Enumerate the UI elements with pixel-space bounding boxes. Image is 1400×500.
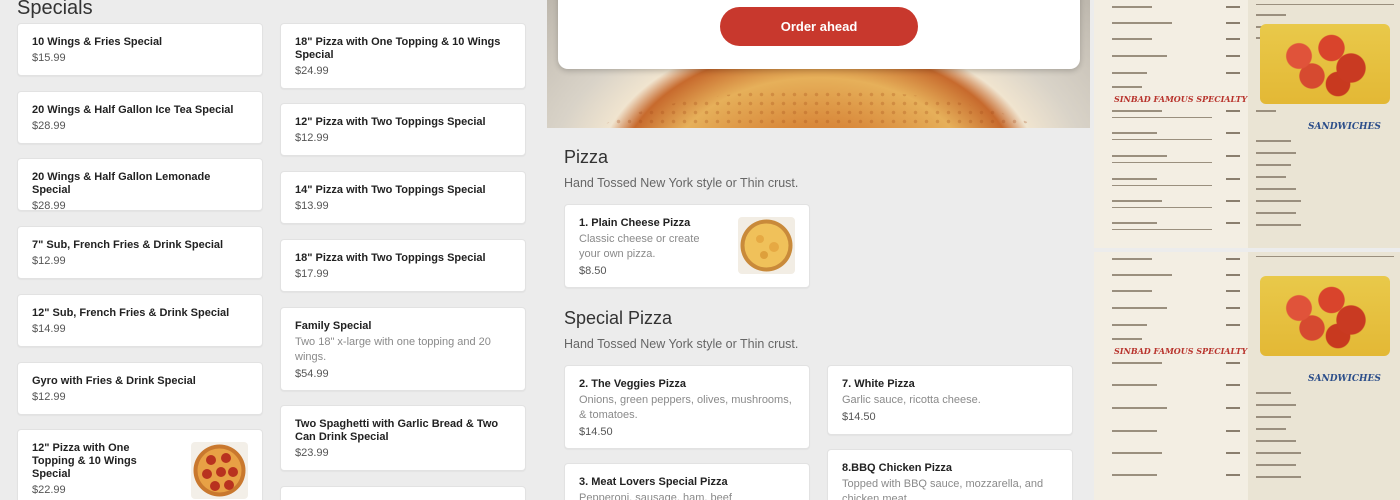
order-ahead-button[interactable]: Order ahead [720, 7, 918, 46]
item-price: $12.99 [32, 255, 66, 267]
menu-item-card[interactable]: 14" Pizza with Two Toppings Special $13.… [280, 171, 526, 224]
item-price: $14.99 [32, 323, 66, 335]
item-description: Onions, green peppers, olives, mushrooms… [579, 394, 792, 421]
menu-main: Order ahead Pizza Hand Tossed New York s… [547, 0, 1090, 500]
item-name: Two Spaghetti with Garlic Bread & Two Ca… [295, 418, 499, 443]
menu-item-card[interactable]: 20 Wings & Half Gallon Ice Tea Special $… [17, 91, 263, 144]
menu-item-card[interactable]: 7. White Pizza Garlic sauce, ricotta che… [827, 365, 1073, 435]
item-description: Two 18" x-large with one topping and 20 … [295, 336, 491, 363]
item-price: $17.99 [295, 268, 329, 280]
section-title-special-pizza: Special Pizza [564, 308, 673, 328]
item-price: $12.99 [32, 391, 66, 403]
menu-item-card[interactable]: 8.BBQ Chicken Pizza Topped with BBQ sauc… [827, 449, 1073, 500]
menu-item-card[interactable]: 12" Pizza with One Topping & 10 Wings Sp… [17, 429, 263, 500]
menu-item-card[interactable]: 18" Pizza with Two Toppings Special $17.… [280, 239, 526, 292]
item-description: Classic cheese or create your own pizza. [579, 233, 700, 260]
section-subtitle-special-pizza: Hand Tossed New York style or Thin crust… [564, 337, 799, 351]
item-name: 2. The Veggies Pizza [579, 378, 686, 390]
item-description: Topped with BBQ sauce, mozzarella, and c… [842, 478, 1044, 500]
item-price: $22.99 [32, 484, 66, 496]
menu-item-card[interactable]: 3. Meat Lovers Special Pizza Pepperoni, … [564, 463, 810, 500]
item-name: 12" Pizza with One Topping & 10 Wings Sp… [32, 442, 137, 480]
item-name: 8.BBQ Chicken Pizza [842, 462, 953, 474]
item-price: $14.50 [842, 411, 876, 423]
menu-item-card[interactable]: Two Spaghetti with Garlic Bread & Two Ca… [280, 405, 526, 471]
item-price: $28.99 [32, 120, 66, 132]
menu-item-card[interactable]: 12" Sub, French Fries & Drink Special $1… [17, 294, 263, 347]
section-subtitle-pizza: Hand Tossed New York style or Thin crust… [564, 176, 799, 190]
specials-section: Specials 10 Wings & Fries Special $15.99… [0, 0, 540, 500]
item-price: $54.99 [295, 368, 329, 380]
item-name: 14" Pizza with Two Toppings Special [295, 184, 486, 196]
item-description: Garlic sauce, ricotta cheese. [842, 394, 981, 406]
item-price: $8.50 [579, 265, 607, 277]
menu-item-card[interactable]: 12" Pizza with Two Toppings Special $12.… [280, 103, 526, 156]
item-name: 1. Plain Cheese Pizza [579, 217, 691, 229]
cheese-pizza-image [738, 217, 795, 274]
item-name: 12" Pizza with Two Toppings Special [295, 116, 486, 128]
printed-menu-photo[interactable]: SINBAD FAMOUS SPECIALTY 14" PIZZA SANDWI… [1094, 252, 1400, 500]
section-title-pizza: Pizza [564, 147, 609, 167]
pepperoni-pizza-image [191, 442, 248, 499]
item-name: 18" Pizza with Two Toppings Special [295, 252, 486, 264]
order-panel: Order ahead [558, 0, 1080, 69]
item-price: $23.99 [295, 447, 329, 459]
item-price: $13.99 [295, 200, 329, 212]
item-name: Family Special [295, 320, 372, 332]
menu-item-card[interactable]: 20 Wings & Half Gallon Lemonade Special … [17, 158, 263, 211]
item-name: 20 Wings & Half Gallon Ice Tea Special [32, 104, 234, 116]
menu-item-card[interactable]: Family Special Two 18" x-large with one … [280, 307, 526, 391]
menu-item-card[interactable]: 1. Plain Cheese Pizza Classic cheese or … [564, 204, 810, 288]
menu-item-card[interactable]: 7" Sub, French Fries & Drink Special $12… [17, 226, 263, 279]
item-name: 20 Wings & Half Gallon Lemonade Special [32, 171, 211, 196]
item-price: $15.99 [32, 52, 66, 64]
item-price: $24.99 [295, 65, 329, 77]
item-price: $12.99 [295, 132, 329, 144]
menu-item-card[interactable]: 18" Pizza with One Topping & 10 Wings Sp… [280, 23, 526, 89]
menu-item-card[interactable]: 10 Wings & Fries Special $15.99 [17, 23, 263, 76]
item-name: 7" Sub, French Fries & Drink Special [32, 239, 224, 251]
item-name: 18" Pizza with One Topping & 10 Wings Sp… [295, 36, 501, 61]
item-name: Gyro with Fries & Drink Special [32, 375, 196, 387]
menu-item-card[interactable] [280, 486, 526, 500]
menu-item-card[interactable]: 2. The Veggies Pizza Onions, green peppe… [564, 365, 810, 449]
specials-title: Specials [17, 0, 93, 19]
item-name: 12" Sub, French Fries & Drink Special [32, 307, 230, 319]
item-description: Pepperoni, sausage, ham, beef [579, 492, 732, 500]
item-name: 10 Wings & Fries Special [32, 36, 163, 48]
menu-item-card[interactable]: Gyro with Fries & Drink Special $12.99 [17, 362, 263, 415]
item-name: 7. White Pizza [842, 378, 915, 390]
item-name: 3. Meat Lovers Special Pizza [579, 476, 728, 488]
item-price: $14.50 [579, 426, 613, 438]
printed-menu-photo[interactable]: SINBAD FAMOUS SPECIALTY 14" PIZZA SANDWI… [1094, 0, 1400, 248]
item-price: $28.99 [32, 200, 66, 211]
